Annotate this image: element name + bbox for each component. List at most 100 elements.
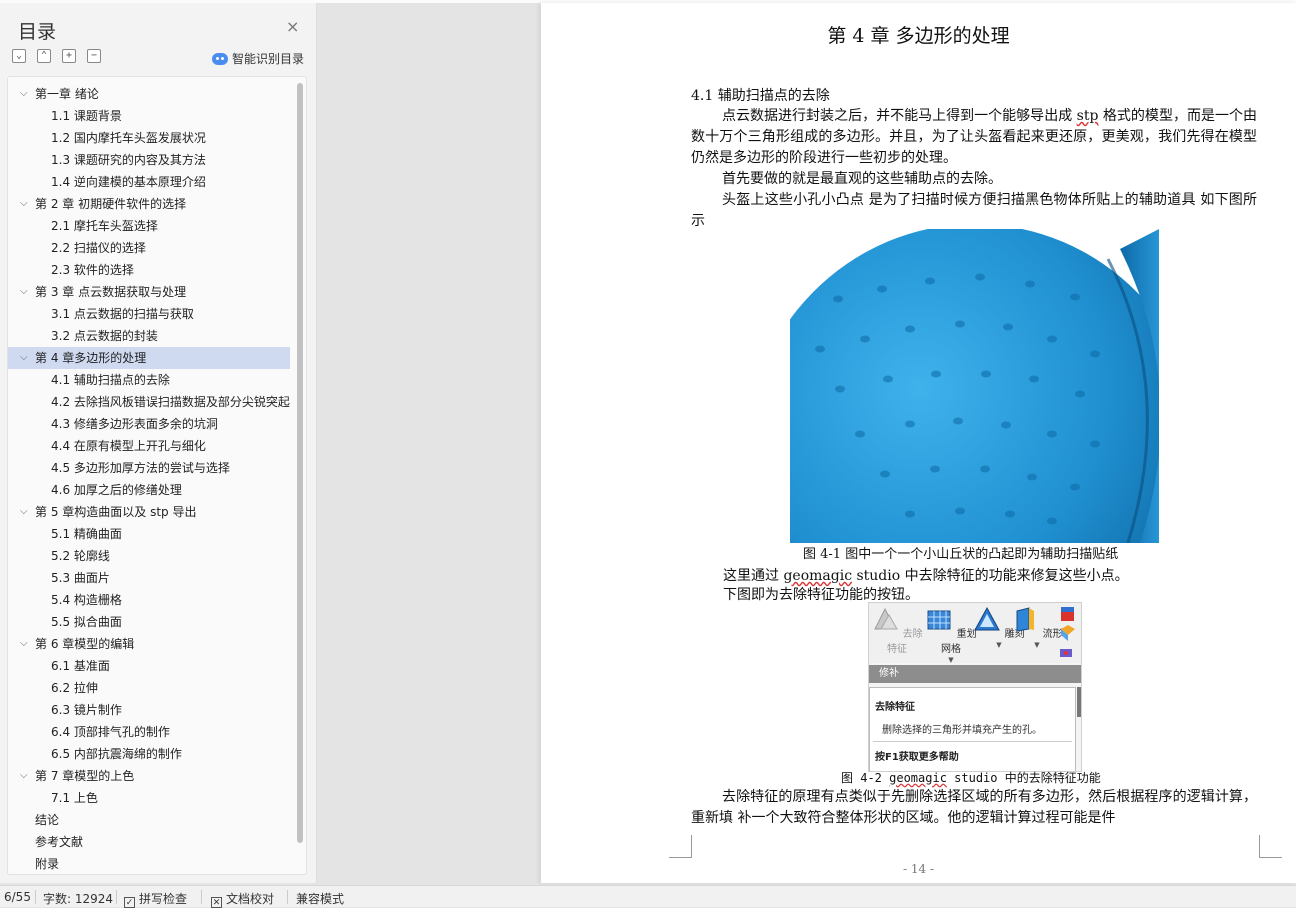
spell-check-button[interactable]: ✓ 拼写检查	[124, 890, 187, 908]
toc-chapter-item[interactable]: 结论	[8, 809, 290, 831]
sidebar-title: 目录	[18, 21, 57, 43]
toc-item-label: 4.5 多边形加厚方法的尝试与选择	[51, 461, 230, 475]
toc-sidebar: 目录 × ⌄ ⌃ + − 智能识别目录 ⌵ 第一章 绪论 1.1 课题背景 1.2 国…	[0, 3, 317, 883]
toc-item-label: 3.2 点云数据的封装	[51, 329, 158, 343]
toc-section-item[interactable]: 4.1 辅助扫描点的去除	[8, 369, 290, 391]
remove-feature-button: 去除特征	[871, 605, 923, 655]
check-icon: ✓	[124, 897, 135, 908]
toc-item-label: 5.5 拟合曲面	[51, 615, 122, 629]
toc-item-label: 1.4 逆向建模的基本原理介绍	[51, 175, 206, 189]
toc-item-label: 4.2 去除挡风板错误扫描数据及部分尖锐突起	[51, 395, 290, 409]
sculpt-icon	[974, 606, 1001, 631]
word-count[interactable]: 字数: 12924	[43, 890, 113, 907]
toc-section-item[interactable]: 3.1 点云数据的扫描与获取	[8, 303, 290, 325]
toc-chapter-item[interactable]: 参考文献	[8, 831, 290, 853]
toc-section-item[interactable]: 6.2 拉伸	[8, 677, 290, 699]
chevron-down-icon[interactable]: ⌵	[20, 347, 30, 369]
toc-chapter-item[interactable]: ⌵ 第 2 章 初期硬件软件的选择	[8, 193, 290, 215]
chevron-down-icon[interactable]: ⌵	[20, 83, 30, 105]
document-page: 第 4 章 多边形的处理 4.1 辅助扫描点的去除 点云数据进行封装之后，并不能…	[541, 3, 1296, 883]
page-indicator[interactable]: 6/55	[4, 890, 31, 904]
scan-marker-bump	[877, 285, 887, 293]
fig2-caption-a: 图 4-2	[841, 771, 890, 785]
add-heading-icon[interactable]: +	[62, 49, 76, 63]
collapse-all-icon[interactable]: ⌃	[37, 49, 51, 63]
chevron-down-icon[interactable]: ⌵	[20, 765, 30, 787]
chevron-down-icon[interactable]: ⌵	[20, 193, 30, 215]
p1-text-a: 点云数据进行封装之后，并不能马上得到一个能够导出成	[722, 108, 1077, 124]
scan-marker-bump	[1027, 473, 1037, 481]
toc-section-item[interactable]: 6.4 顶部排气孔的制作	[8, 721, 290, 743]
toc-section-item[interactable]: 5.4 构造栅格	[8, 589, 290, 611]
toc-section-item[interactable]: 5.1 精确曲面	[8, 523, 290, 545]
toc-scrollbar[interactable]	[296, 83, 304, 868]
toc-section-item[interactable]: 2.1 摩托车头盔选择	[8, 215, 290, 237]
remesh-icon	[927, 610, 951, 630]
scan-marker-bump	[883, 375, 893, 383]
compat-mode-label[interactable]: 兼容模式	[296, 890, 344, 907]
chevron-down-icon[interactable]: ⌵	[20, 281, 30, 303]
scan-marker-bump	[860, 335, 870, 343]
smart-toc-button[interactable]: 智能识别目录	[212, 50, 304, 67]
doc-proof-button[interactable]: ✕ 文档校对	[211, 890, 274, 908]
status-divider	[201, 890, 202, 904]
ribbon-top: 去除特征 重划网格 ▼ 雕刻 ▼ 流形 ▼	[869, 603, 1081, 664]
toc-section-item[interactable]: 4.2 去除挡风板错误扫描数据及部分尖锐突起	[8, 391, 290, 413]
toc-chapter-item[interactable]: ⌵ 第一章 绪论	[8, 83, 290, 105]
toc-chapter-item[interactable]: ⌵ 第 7 章模型的上色	[8, 765, 290, 787]
scan-marker-bump	[815, 345, 825, 353]
toc-section-item[interactable]: 1.1 课题背景	[8, 105, 290, 127]
toc-section-item[interactable]: 4.6 加厚之后的修缮处理	[8, 479, 290, 501]
chevron-down-icon[interactable]: ⌵	[20, 633, 30, 655]
toc-section-item[interactable]: 5.2 轮廓线	[8, 545, 290, 567]
line4-text-b: studio 中去除特征的功能来修复这些小点。	[852, 568, 1129, 584]
figure-2-caption: 图 4-2 geomagic studio 中的去除特征功能	[841, 769, 1101, 786]
toc-section-item[interactable]: 4.5 多边形加厚方法的尝试与选择	[8, 457, 290, 479]
toc-section-item[interactable]: 7.1 上色	[8, 787, 290, 809]
toc-section-item[interactable]: 6.3 镜片制作	[8, 699, 290, 721]
toc-chapter-item[interactable]: ⌵ 第 6 章模型的编辑	[8, 633, 290, 655]
scan-marker-bump	[855, 430, 865, 438]
scan-marker-bump	[1047, 430, 1057, 438]
toc-section-item[interactable]: 6.5 内部抗震海绵的制作	[8, 743, 290, 765]
toc-chapter-item[interactable]: ⌵ 第 3 章 点云数据获取与处理	[8, 281, 290, 303]
ribbon-group-label: 修补	[869, 665, 1081, 683]
toc-item-label: 1.3 课题研究的内容及其方法	[51, 153, 206, 167]
scan-marker-bump	[931, 370, 941, 378]
scan-marker-bump	[953, 417, 963, 425]
toc-chapter-item[interactable]: ⌵ 第 4 章多边形的处理	[8, 347, 290, 369]
scan-marker-bump	[930, 465, 940, 473]
figure-1-caption: 图 4-1 图中一个一个小山丘状的凸起即为辅助扫描贴纸	[803, 547, 1119, 562]
scan-marker-bump	[1025, 280, 1035, 288]
toc-section-item[interactable]: 3.2 点云数据的封装	[8, 325, 290, 347]
toc-section-item[interactable]: 1.4 逆向建模的基本原理介绍	[8, 171, 290, 193]
toc-section-item[interactable]: 2.2 扫描仪的选择	[8, 237, 290, 259]
toc-chapter-item[interactable]: 附录	[8, 853, 290, 875]
scan-marker-bump	[1047, 517, 1057, 525]
toc-section-item[interactable]: 6.1 基准面	[8, 655, 290, 677]
toc-section-item[interactable]: 1.3 课题研究的内容及其方法	[8, 149, 290, 171]
toc-section-item[interactable]: 4.3 修缮多边形表面多余的坑洞	[8, 413, 290, 435]
fig2-caption-b: studio 中的去除特征功能	[946, 771, 1101, 785]
toc-scroll-thumb[interactable]	[297, 83, 303, 843]
toc-item-label: 参考文献	[35, 835, 84, 849]
toc-section-item[interactable]: 5.3 曲面片	[8, 567, 290, 589]
close-icon[interactable]: ×	[286, 19, 299, 35]
toc-item-label: 结论	[35, 813, 60, 827]
toc-item-label: 第 4 章多边形的处理	[35, 351, 147, 365]
status-divider	[287, 890, 288, 904]
section-heading: 4.1 辅助扫描点的去除	[691, 88, 830, 104]
toc-section-item[interactable]: 2.3 软件的选择	[8, 259, 290, 281]
toc-section-item[interactable]: 4.4 在原有模型上开孔与细化	[8, 435, 290, 457]
expand-all-icon[interactable]: ⌄	[12, 49, 26, 63]
tooltip-description: 删除选择的三角形并填充产生的孔。	[882, 725, 1042, 736]
toc-section-item[interactable]: 1.2 国内摩托车头盔发展状况	[8, 127, 290, 149]
toc-chapter-item[interactable]: ⌵ 第 5 章构造曲面以及 stp 导出	[8, 501, 290, 523]
toc-section-item[interactable]: 5.5 拟合曲面	[8, 611, 290, 633]
remove-heading-icon[interactable]: −	[87, 49, 101, 63]
status-bar: 6/55 字数: 12924 ✓ 拼写检查 ✕ 文档校对 兼容模式	[0, 885, 1296, 908]
chevron-down-icon[interactable]: ⌵	[20, 501, 30, 523]
dropdown-arrow-icon: ▼	[948, 656, 954, 664]
scan-marker-bump	[1047, 335, 1057, 343]
status-divider	[35, 890, 36, 904]
